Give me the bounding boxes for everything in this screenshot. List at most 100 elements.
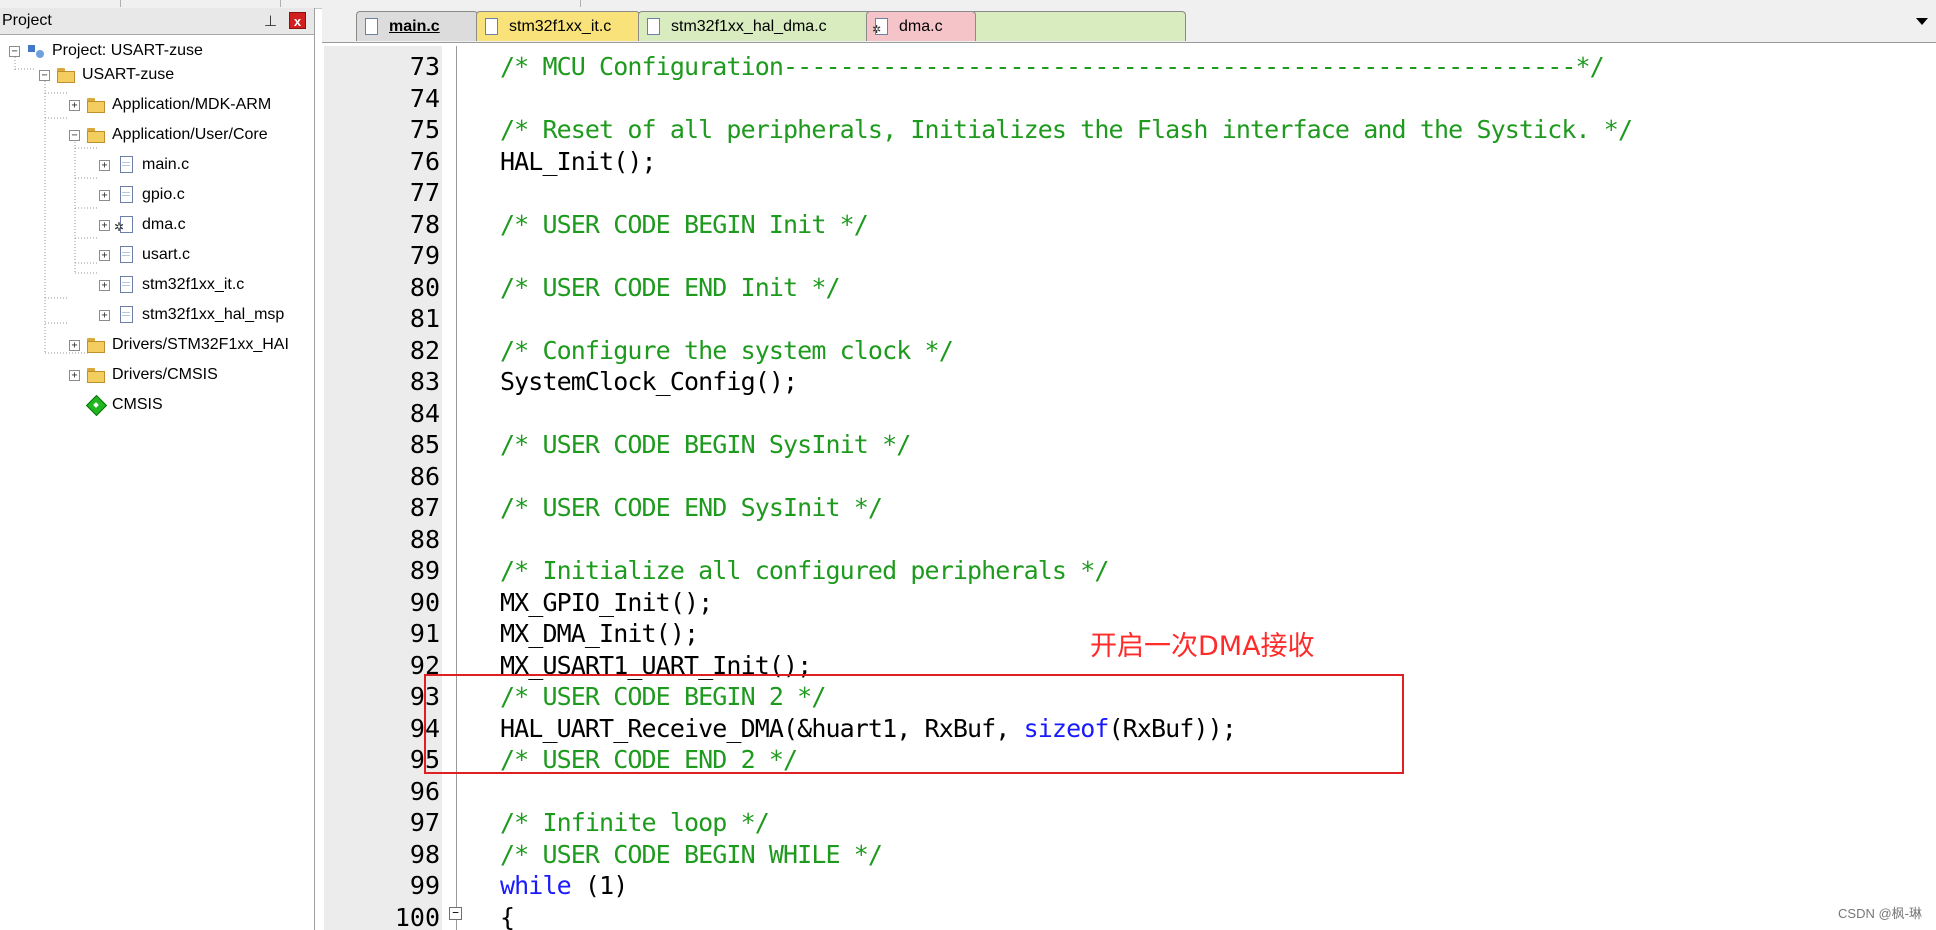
code-line[interactable]: MX_GPIO_Init(); [500, 587, 1632, 619]
code-line[interactable]: ​ [500, 776, 1632, 808]
tree-node-group[interactable]: + Application/MDK-ARM [69, 92, 271, 118]
collapse-toggle[interactable]: − [39, 69, 50, 81]
expand-toggle[interactable]: + [99, 279, 110, 291]
expand-toggle[interactable]: + [99, 249, 110, 261]
code-line[interactable]: ​ [500, 83, 1632, 115]
code-line[interactable]: /* USER CODE END Init */ [500, 272, 1632, 304]
line-number: 96 [409, 776, 440, 806]
expand-toggle[interactable]: + [99, 309, 110, 321]
code-editor[interactable]: 73 74 75 76 77 78 79 80 81 82 83 84 85 86 87 88 89 90 91 92… [322, 46, 1936, 930]
code-line[interactable]: /* Configure the system clock */ [500, 335, 1632, 367]
project-panel: Project ⊥ x − Project: USART-zuse − USAR… [0, 8, 315, 930]
tree-node-file[interactable]: + usart.c [99, 242, 190, 268]
file-icon [116, 246, 136, 264]
expand-toggle[interactable]: + [69, 339, 80, 351]
tab-stm32f1xx-it-c[interactable]: stm32f1xx_it.c [476, 11, 640, 41]
code-text[interactable]: /* MCU Configuration--------------------… [500, 51, 1633, 930]
line-number: 82 [409, 335, 440, 365]
tab-dma-c[interactable]: dma.c [866, 11, 976, 41]
line-number: 73 [409, 52, 440, 81]
tree-node-file[interactable]: + stm32f1xx_it.c [99, 272, 244, 298]
tab-label: stm32f1xx_hal_dma.c [671, 17, 827, 35]
folder-icon [86, 336, 106, 354]
tree-node-file[interactable]: + stm32f1xx_hal_msp [99, 302, 284, 328]
close-panel-button[interactable]: x [289, 12, 306, 29]
line-number: 87 [409, 493, 440, 522]
line-number: 88 [409, 524, 440, 554]
tree-node-group[interactable]: + Drivers/STM32F1xx_HAI [69, 332, 289, 358]
project-panel-title: Project [2, 12, 52, 29]
code-line[interactable]: MX_DMA_Init(); [500, 618, 1632, 650]
expand-toggle[interactable]: + [69, 99, 80, 111]
line-number: 89 [409, 556, 440, 585]
expand-toggle[interactable]: + [69, 369, 80, 381]
code-line[interactable]: ​ [500, 303, 1632, 335]
folder-icon [86, 96, 106, 114]
tree-node-label: USART-zuse [82, 66, 175, 83]
tree-node-label: dma.c [142, 216, 186, 233]
code-line[interactable]: { [500, 902, 1632, 930]
code-line[interactable]: /* Initialize all configured peripherals… [500, 555, 1632, 587]
line-number: 77 [409, 178, 440, 207]
tree-node-file[interactable]: + gpio.c [99, 182, 185, 208]
highlight-box [424, 674, 1404, 774]
tree-node-label: stm32f1xx_it.c [142, 276, 245, 293]
code-line[interactable]: /* USER CODE BEGIN Init */ [500, 209, 1632, 241]
code-line[interactable]: ​ [500, 177, 1632, 209]
code-line[interactable]: HAL_Init(); [500, 146, 1632, 178]
project-tree: − Project: USART-zuse − USART-zuse + App… [0, 38, 314, 918]
fold-toggle[interactable]: − [449, 907, 462, 920]
tree-node-label: Project: USART-zuse [52, 42, 203, 59]
line-number: 97 [409, 808, 440, 837]
gear-file-icon [872, 17, 889, 36]
code-line[interactable]: /* USER CODE END SysInit */ [500, 492, 1632, 524]
editor-area: main.c stm32f1xx_it.c stm32f1xx_hal_dma.… [322, 8, 1936, 930]
line-number: 81 [409, 304, 440, 333]
code-line[interactable]: ​ [500, 398, 1632, 430]
code-line[interactable]: ​ [500, 461, 1632, 493]
tree-node-group[interactable]: − Application/User/Core [69, 122, 268, 148]
line-number: 95 [409, 745, 440, 774]
code-line[interactable]: /* USER CODE BEGIN WHILE */ [500, 839, 1632, 871]
code-line[interactable]: /* Reset of all peripherals, Initializes… [500, 114, 1633, 146]
expand-toggle[interactable]: + [99, 219, 110, 231]
line-number: 99 [409, 871, 440, 900]
line-number: 91 [409, 619, 440, 648]
toggle-placeholder [69, 400, 80, 411]
code-line[interactable]: while (1) [500, 870, 1632, 902]
fold-margin [456, 46, 457, 930]
tree-node-project[interactable]: − Project: USART-zuse [9, 38, 203, 64]
tab-label: dma.c [899, 17, 943, 35]
tree-node-label: stm32f1xx_hal_msp [142, 306, 285, 323]
annotation-text: 开启一次DMA接收 [1090, 631, 1315, 662]
line-number: 90 [409, 587, 440, 617]
tree-node-group[interactable]: + Drivers/CMSIS [69, 362, 218, 388]
code-line[interactable]: SystemClock_Config(); [500, 366, 1632, 398]
code-line[interactable]: ​ [500, 240, 1632, 272]
line-number: 74 [409, 83, 440, 113]
tree-node-component[interactable]: CMSIS [69, 392, 163, 418]
expand-toggle[interactable]: + [99, 189, 110, 201]
tab-label: stm32f1xx_it.c [509, 17, 612, 35]
code-line[interactable]: /* Infinite loop */ [500, 807, 1632, 839]
file-icon [485, 17, 499, 36]
tab-main-c[interactable]: main.c [356, 11, 478, 41]
watermark: CSDN @枫-琳 [1838, 906, 1922, 921]
toolbar-fragment [0, 0, 121, 7]
collapse-toggle[interactable]: − [9, 45, 20, 57]
collapse-toggle[interactable]: − [69, 129, 80, 141]
code-line[interactable]: ​ [500, 524, 1632, 556]
project-panel-header: Project ⊥ x [0, 8, 314, 35]
code-line[interactable]: /* MCU Configuration--------------------… [500, 51, 1632, 83]
tree-node-file[interactable]: + main.c [99, 152, 189, 178]
line-number: 100 [394, 902, 440, 930]
expand-toggle[interactable]: + [99, 159, 110, 171]
tab-list-dropdown-icon[interactable] [1916, 18, 1928, 25]
tree-node-label: usart.c [142, 246, 191, 263]
code-line[interactable]: /* USER CODE BEGIN SysInit */ [500, 429, 1632, 461]
tree-node-target[interactable]: − USART-zuse [39, 62, 174, 88]
file-icon [116, 186, 136, 204]
file-icon [116, 276, 136, 294]
pin-icon[interactable]: ⊥ [264, 12, 277, 30]
tree-node-file[interactable]: + dma.c [99, 212, 186, 238]
